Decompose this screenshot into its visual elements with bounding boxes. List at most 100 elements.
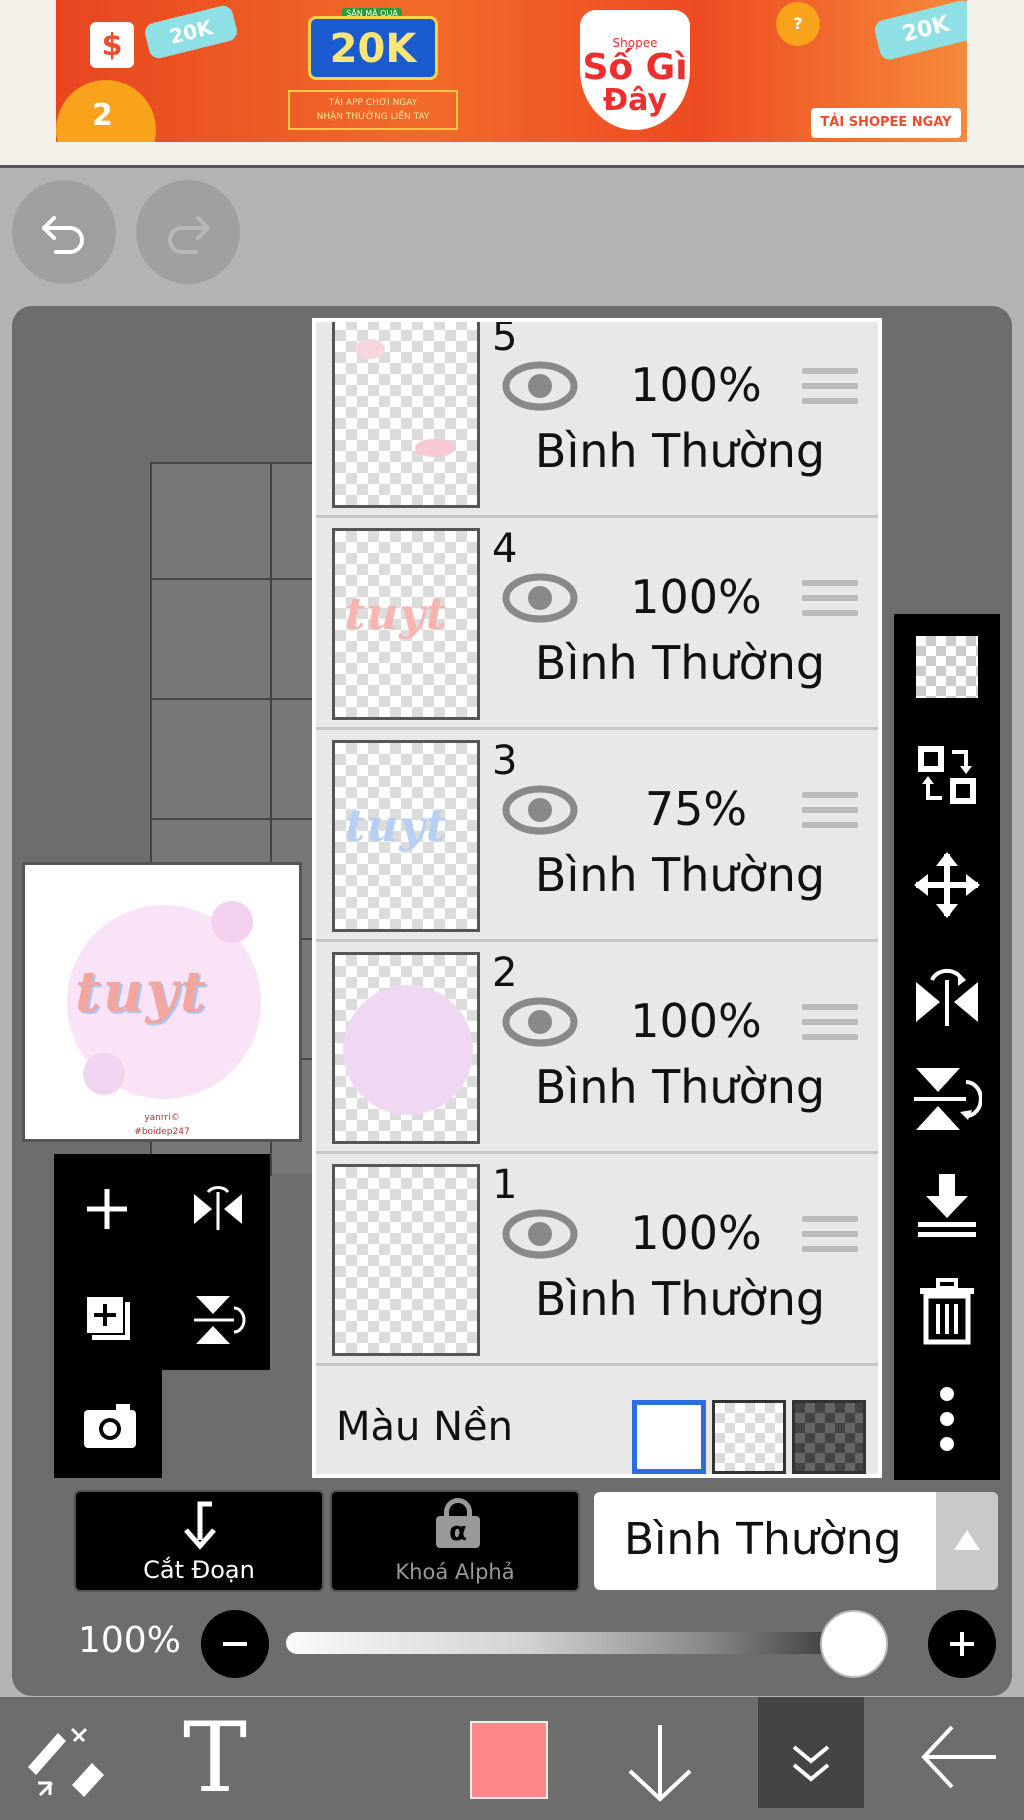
layer-thumbnail[interactable]: tuyt bbox=[332, 528, 480, 720]
drag-handle-icon[interactable] bbox=[802, 580, 858, 625]
clipping-button[interactable]: Cắt Đoạn bbox=[74, 1490, 324, 1592]
trash-icon bbox=[920, 1278, 974, 1345]
layer-thumbnail[interactable]: tuyt bbox=[332, 740, 480, 932]
layer-thumbnail[interactable] bbox=[332, 1164, 480, 1356]
layer-row-4[interactable]: tuyt 4 100% Bình Thường bbox=[316, 518, 878, 730]
camera-icon bbox=[84, 1404, 136, 1448]
alpha-lock-label: Khoá Alphả bbox=[395, 1560, 515, 1584]
clipping-label: Cắt Đoạn bbox=[143, 1556, 255, 1584]
layer-blend-mode[interactable]: Bình Thường bbox=[530, 1060, 830, 1114]
brush-eraser-toggle[interactable] bbox=[20, 1697, 110, 1820]
layer-opacity[interactable]: 75% bbox=[616, 782, 776, 836]
blend-mode-select[interactable]: Bình Thường bbox=[594, 1492, 998, 1590]
merge-down-button[interactable] bbox=[912, 1170, 982, 1240]
eye-icon[interactable] bbox=[502, 360, 578, 412]
shopee-ad[interactable]: $ 2 20K SĂN MÃ QUÀ 20K TẢI APP CHƠI NGAY… bbox=[56, 0, 967, 142]
duplicate-layer-button[interactable] bbox=[62, 1272, 152, 1362]
eye-icon[interactable] bbox=[502, 784, 578, 836]
undo-icon bbox=[42, 216, 84, 254]
add-layer-button[interactable] bbox=[62, 1164, 152, 1254]
ad-ball-number: 2 bbox=[92, 98, 113, 133]
drag-handle-icon[interactable] bbox=[802, 1216, 858, 1261]
arrow-down-icon bbox=[628, 1725, 692, 1802]
layer-number: 2 bbox=[492, 950, 518, 996]
text-tool-button[interactable]: T bbox=[170, 1697, 260, 1820]
layer-thumbnail[interactable] bbox=[332, 322, 480, 508]
redo-icon bbox=[168, 216, 210, 254]
layer-row-1[interactable]: 1 100% Bình Thường bbox=[316, 1154, 878, 1366]
layer-opacity[interactable]: 100% bbox=[616, 358, 776, 412]
layer-blend-mode[interactable]: Bình Thường bbox=[530, 636, 830, 690]
thumb-leaf bbox=[355, 339, 385, 359]
checker-icon[interactable] bbox=[916, 636, 978, 698]
ad-chip-left: 20K bbox=[142, 3, 240, 61]
drag-handle-icon[interactable] bbox=[802, 792, 858, 837]
flip-vertical-button[interactable] bbox=[912, 1064, 983, 1134]
eye-icon[interactable] bbox=[502, 996, 578, 1048]
layer-panel: 5 100% Bình Thường tuyt 4 100% Bình Thườ… bbox=[312, 318, 882, 1478]
layer-row-3[interactable]: tuyt 3 75% Bình Thường bbox=[316, 730, 878, 942]
ad-ball: 2 bbox=[56, 80, 156, 142]
merge-down-icon bbox=[918, 1174, 976, 1237]
undo-button[interactable] bbox=[12, 180, 116, 284]
canvas-preview[interactable]: tuyt yanrri© #boidep247 bbox=[22, 862, 302, 1142]
minus-icon bbox=[223, 1642, 247, 1646]
brush-eraser-icon bbox=[28, 1727, 104, 1797]
opacity-slider[interactable] bbox=[286, 1632, 886, 1654]
duplicate-icon bbox=[85, 1295, 130, 1340]
flip-vertical-icon bbox=[914, 1068, 983, 1130]
layer-thumbnail[interactable] bbox=[332, 952, 480, 1144]
eye-icon[interactable] bbox=[502, 572, 578, 624]
bg-swatch-white[interactable] bbox=[632, 1400, 706, 1474]
opacity-decrease-button[interactable] bbox=[201, 1610, 269, 1678]
ad-amount: 20K bbox=[308, 16, 438, 80]
opacity-increase-button[interactable] bbox=[928, 1610, 996, 1678]
flip-horizontal-button[interactable] bbox=[912, 958, 982, 1028]
layer-row-5[interactable]: 5 100% Bình Thường bbox=[316, 322, 878, 518]
layer-list[interactable]: 5 100% Bình Thường tuyt 4 100% Bình Thườ… bbox=[316, 322, 878, 1474]
layer-down-button[interactable] bbox=[620, 1697, 700, 1820]
move-layer-button[interactable] bbox=[912, 850, 982, 920]
layer-number: 3 bbox=[492, 738, 518, 784]
layer-number: 4 bbox=[492, 526, 518, 572]
camera-button[interactable] bbox=[62, 1380, 152, 1470]
swap-layer-button[interactable] bbox=[912, 740, 982, 810]
layer-blend-mode[interactable]: Bình Thường bbox=[530, 1272, 830, 1326]
back-button[interactable] bbox=[916, 1697, 1006, 1820]
preview-bubble bbox=[211, 901, 253, 943]
layer-opacity[interactable]: 100% bbox=[616, 1206, 776, 1260]
layer-blend-mode[interactable]: Bình Thường bbox=[530, 848, 830, 902]
move-icon bbox=[914, 852, 980, 918]
clip-arrow-icon bbox=[184, 1501, 216, 1550]
bottom-toolbar: T bbox=[0, 1697, 1024, 1820]
drag-handle-icon[interactable] bbox=[802, 368, 858, 413]
redo-button[interactable] bbox=[136, 180, 240, 284]
more-options-button[interactable] bbox=[912, 1384, 982, 1454]
alpha-symbol: α bbox=[436, 1516, 480, 1548]
layer-opacity[interactable]: 100% bbox=[616, 570, 776, 624]
lock-icon: α bbox=[436, 1498, 480, 1548]
collapse-button[interactable] bbox=[758, 1697, 864, 1808]
layer-blend-mode[interactable]: Bình Thường bbox=[530, 424, 830, 478]
ad-sub-line1: TẢI APP CHƠI NGAY bbox=[328, 98, 418, 108]
delete-layer-button[interactable] bbox=[912, 1278, 982, 1348]
flip-horizontal-layer-button[interactable] bbox=[170, 1164, 260, 1254]
opacity-slider-knob[interactable] bbox=[820, 1610, 888, 1678]
plus-icon bbox=[950, 1632, 974, 1656]
layer-thumb-art: tuyt bbox=[345, 801, 448, 852]
layer-row-2[interactable]: 2 100% Bình Thường bbox=[316, 942, 878, 1154]
ad-brand-logo: Shopee Số Gì Đây bbox=[580, 10, 690, 130]
layer-number: 5 bbox=[492, 322, 518, 360]
shopee-bag-icon: $ bbox=[90, 22, 134, 68]
layer-opacity[interactable]: 100% bbox=[616, 994, 776, 1048]
eye-icon[interactable] bbox=[502, 1208, 578, 1260]
bg-swatch-dark[interactable] bbox=[792, 1400, 866, 1474]
flip-vertical-layer-button[interactable] bbox=[170, 1272, 260, 1362]
blend-mode-value: Bình Thường bbox=[624, 1514, 902, 1565]
brush-color-swatch[interactable] bbox=[470, 1721, 548, 1799]
alpha-lock-button[interactable]: α Khoá Alphả bbox=[330, 1490, 580, 1592]
bg-swatch-transparent[interactable] bbox=[712, 1400, 786, 1474]
ad-cta[interactable]: TẢI SHOPEE NGAY bbox=[811, 108, 961, 138]
drag-handle-icon[interactable] bbox=[802, 1004, 858, 1049]
blend-mode-dropdown[interactable] bbox=[936, 1492, 998, 1590]
